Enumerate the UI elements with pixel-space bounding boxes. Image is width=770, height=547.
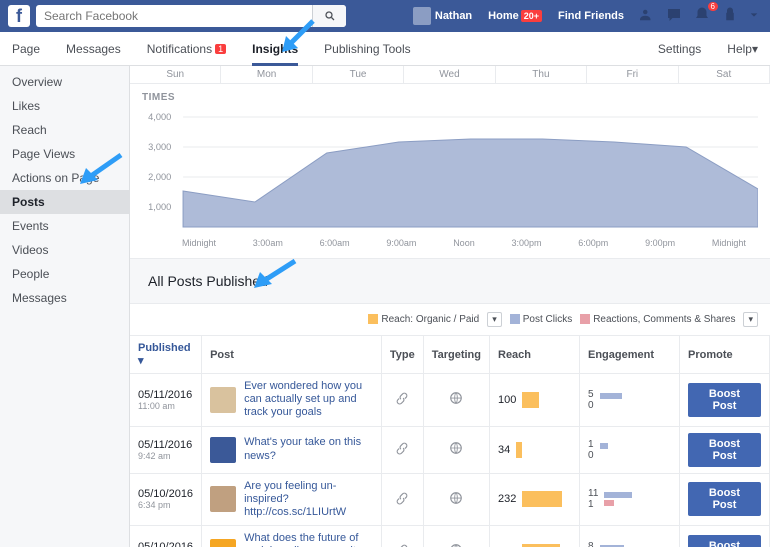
post-thumbnail: [210, 437, 236, 463]
reach-bar: [522, 491, 562, 507]
clicks-bar: [604, 492, 632, 498]
legend-row: Reach: Organic / Paid ▾ Post Clicks Reac…: [130, 304, 770, 336]
page-tabs: Page Messages Notifications1 Insights Pu…: [0, 32, 770, 66]
xticks: Midnight3:00am6:00am9:00amNoon3:00pm6:00…: [142, 238, 758, 254]
tab-publishing[interactable]: Publishing Tools: [324, 32, 411, 66]
reach-bar: [522, 392, 539, 408]
svg-text:4,000: 4,000: [148, 112, 171, 122]
svg-text:2,000: 2,000: [148, 172, 171, 182]
reactions-bar: [604, 500, 614, 506]
times-chart: 4,000 3,000 2,000 1,000: [142, 105, 758, 235]
post-thumbnail: [210, 486, 236, 512]
post-title-link[interactable]: What does the future of social media com…: [244, 532, 373, 547]
privacy-icon[interactable]: [718, 6, 742, 27]
svg-text:3,000: 3,000: [148, 142, 171, 152]
topbar: f Nathan Home20+ Find Friends 6: [0, 0, 770, 32]
sidebar-item-people[interactable]: People: [0, 262, 129, 286]
col-published[interactable]: Published ▾: [130, 336, 202, 374]
globe-icon: [449, 491, 463, 505]
insights-sidebar: OverviewLikesReachPage ViewsActions on P…: [0, 66, 130, 547]
col-post[interactable]: Post: [202, 336, 382, 374]
home-link[interactable]: Home20+: [482, 0, 548, 32]
search-button[interactable]: [312, 5, 346, 27]
sidebar-item-messages[interactable]: Messages: [0, 286, 129, 310]
globe-icon: [449, 391, 463, 405]
globe-icon: [449, 441, 463, 455]
main-content: SunMonTueWedThuFriSat TIMES 4,000 3,000 …: [130, 66, 770, 547]
sidebar-item-actions-on-page[interactable]: Actions on Page: [0, 166, 129, 190]
notifications-badge: 1: [215, 44, 226, 54]
friend-requests-icon[interactable]: [634, 6, 658, 27]
chart-title: TIMES: [142, 92, 758, 103]
tab-insights[interactable]: Insights: [252, 32, 298, 66]
link-icon: [395, 543, 409, 547]
notification-badge: 6: [708, 2, 718, 11]
sidebar-item-overview[interactable]: Overview: [0, 70, 129, 94]
boost-post-button[interactable]: Boost Post: [688, 383, 761, 417]
post-thumbnail: [210, 387, 236, 413]
search-wrap: [36, 5, 346, 27]
post-thumbnail: [210, 539, 236, 547]
engagement-dropdown[interactable]: ▾: [743, 312, 758, 327]
profile-link[interactable]: Nathan: [407, 0, 478, 32]
table-row[interactable]: 05/10/20162:19 pmWhat does the future of…: [130, 526, 770, 547]
globe-icon: [449, 543, 463, 547]
post-title-link[interactable]: Are you feeling un-inspired? http://cos.…: [244, 480, 373, 520]
topbar-right: Nathan Home20+ Find Friends 6: [407, 0, 762, 32]
table-row[interactable]: 05/10/20166:34 pmAre you feeling un-insp…: [130, 473, 770, 526]
reach-bar: [516, 442, 522, 458]
tab-settings[interactable]: Settings: [658, 32, 701, 66]
clicks-bar: [600, 393, 622, 399]
boost-post-button[interactable]: Boost Post: [688, 535, 761, 547]
search-icon: [324, 10, 336, 22]
tab-page[interactable]: Page: [12, 32, 40, 66]
link-icon: [395, 391, 409, 405]
col-promote[interactable]: Promote: [680, 336, 770, 374]
tab-messages[interactable]: Messages: [66, 32, 121, 66]
home-badge: 20+: [521, 10, 542, 22]
posts-table: Published ▾ Post Type Targeting Reach En…: [130, 336, 770, 547]
table-row[interactable]: 05/11/20169:42 amWhat's your take on thi…: [130, 426, 770, 473]
col-reach[interactable]: Reach: [490, 336, 580, 374]
sidebar-item-reach[interactable]: Reach: [0, 118, 129, 142]
sidebar-item-videos[interactable]: Videos: [0, 238, 129, 262]
boost-post-button[interactable]: Boost Post: [688, 433, 761, 467]
avatar: [413, 7, 431, 25]
post-title-link[interactable]: Ever wondered how you can actually set u…: [244, 380, 373, 420]
find-friends-link[interactable]: Find Friends: [552, 0, 630, 32]
search-input[interactable]: [36, 9, 312, 23]
boost-post-button[interactable]: Boost Post: [688, 482, 761, 516]
clicks-bar: [600, 443, 608, 449]
link-icon: [395, 441, 409, 455]
user-name: Nathan: [435, 10, 472, 22]
svg-text:1,000: 1,000: [148, 202, 171, 212]
tab-help[interactable]: Help ▾: [727, 32, 758, 66]
chart-card: SunMonTueWedThuFriSat TIMES 4,000 3,000 …: [130, 66, 770, 258]
facebook-logo[interactable]: f: [8, 5, 30, 27]
col-targeting[interactable]: Targeting: [423, 336, 489, 374]
reach-dropdown[interactable]: ▾: [487, 312, 502, 327]
sidebar-item-posts[interactable]: Posts: [0, 190, 129, 214]
post-title-link[interactable]: What's your take on this news?: [244, 436, 373, 462]
col-type[interactable]: Type: [381, 336, 423, 374]
messages-icon[interactable]: [662, 6, 686, 27]
sidebar-item-page-views[interactable]: Page Views: [0, 142, 129, 166]
settings-dropdown[interactable]: [746, 6, 762, 27]
link-icon: [395, 491, 409, 505]
tab-notifications[interactable]: Notifications1: [147, 32, 226, 66]
table-row[interactable]: 05/11/201611:00 amEver wondered how you …: [130, 374, 770, 427]
sidebar-item-likes[interactable]: Likes: [0, 94, 129, 118]
notifications-icon[interactable]: 6: [690, 6, 714, 27]
all-posts-header: All Posts Published: [130, 258, 770, 304]
days-row: SunMonTueWedThuFriSat: [130, 66, 770, 84]
col-engagement[interactable]: Engagement: [580, 336, 680, 374]
sidebar-item-events[interactable]: Events: [0, 214, 129, 238]
